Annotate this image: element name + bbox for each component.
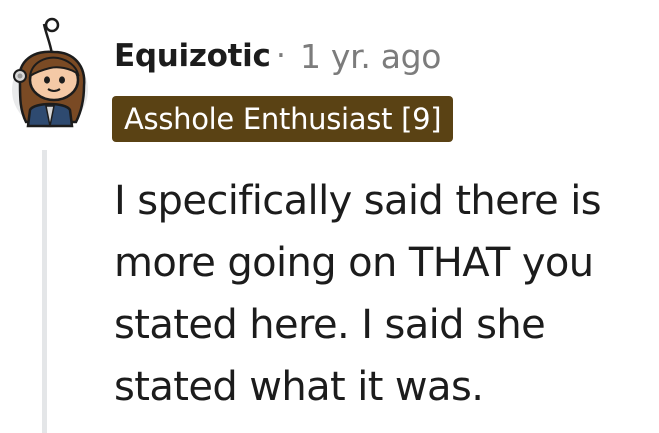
user-flair-badge: Asshole Enthusiast [9] — [112, 96, 454, 142]
comment-text-line: I specifically said there is — [114, 178, 602, 224]
comment-text-line: stated here. I said she — [114, 302, 546, 348]
timestamp[interactable]: 1 yr. ago — [300, 37, 442, 76]
author-username[interactable]: Equizotic — [114, 38, 271, 74]
meta-separator: · — [276, 38, 286, 74]
thread-line[interactable] — [42, 150, 47, 433]
comment-text-line: stated what it was. — [114, 364, 484, 410]
comment-text-line: more going on THAT you — [114, 240, 594, 286]
snoo-avatar-icon — [12, 17, 88, 128]
avatar[interactable] — [6, 14, 94, 130]
comment-body: I specifically said there is more going … — [114, 170, 634, 418]
